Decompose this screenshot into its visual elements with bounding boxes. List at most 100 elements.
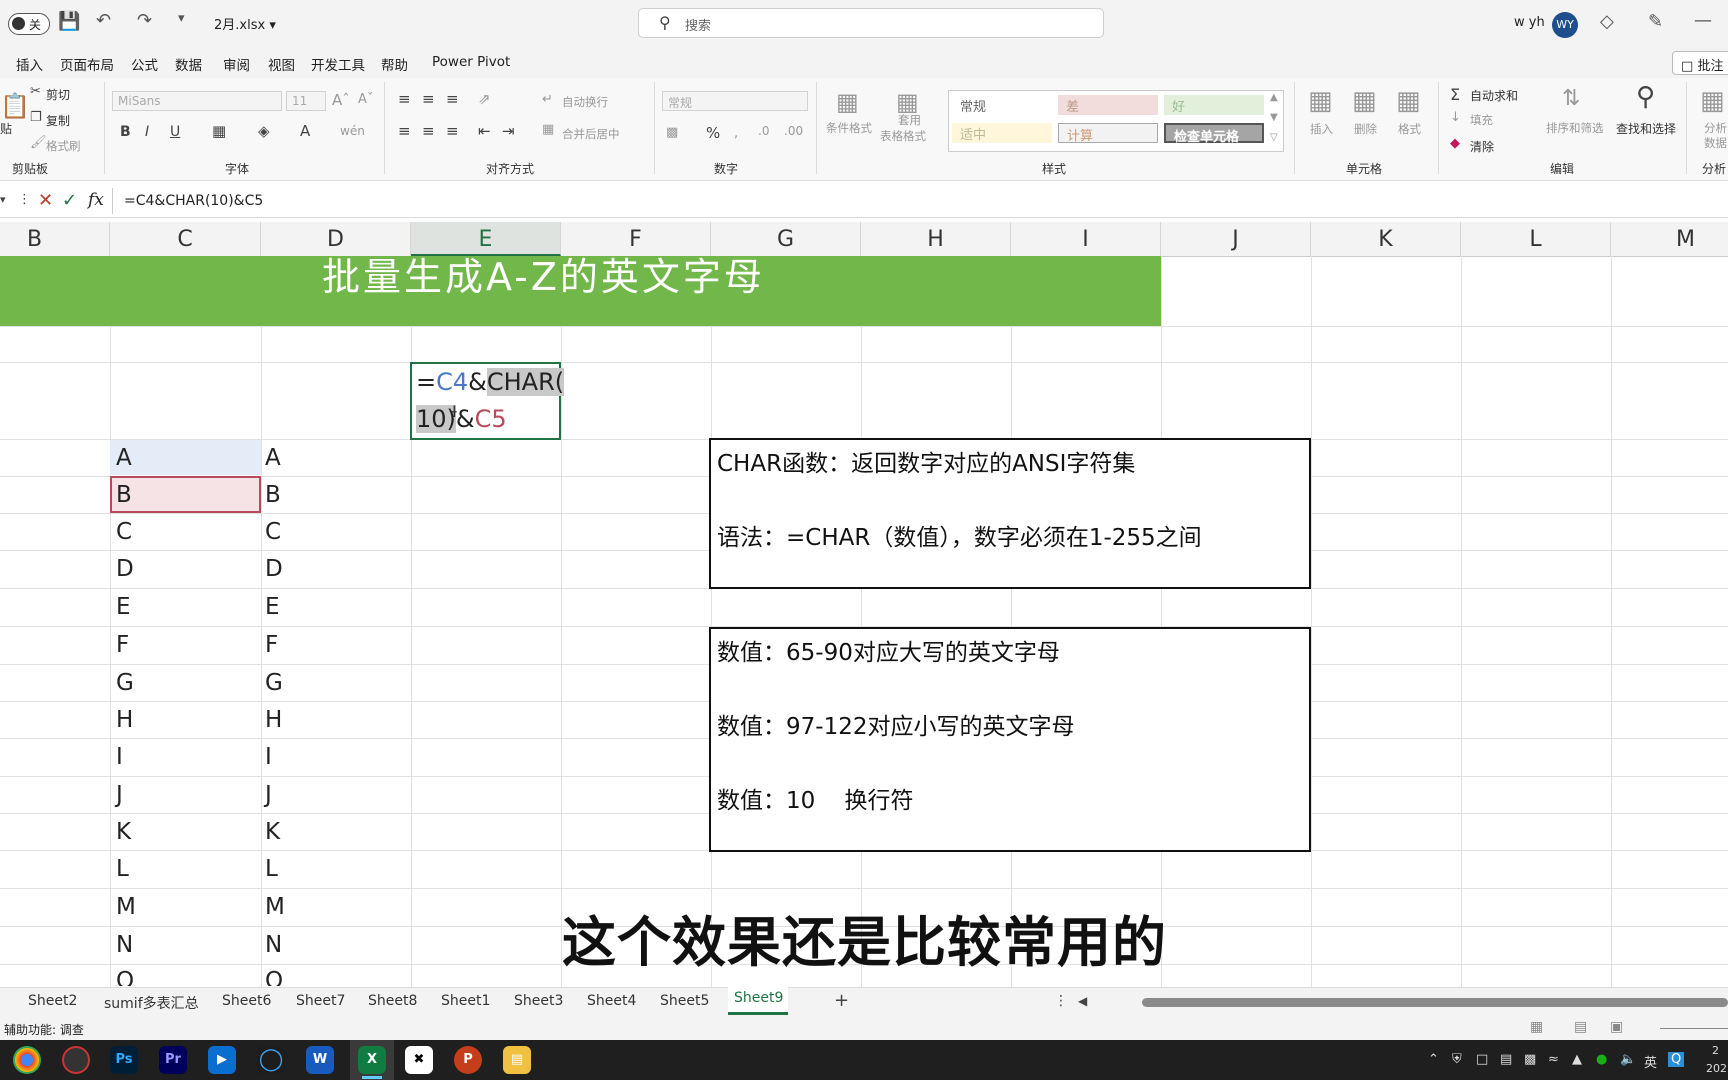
video-app-icon[interactable]: ▶ bbox=[208, 1046, 236, 1074]
tray-app-icon[interactable]: □ bbox=[1476, 1052, 1488, 1067]
sheet-tab-sheet8[interactable]: Sheet8 bbox=[368, 993, 417, 1009]
increase-font-icon[interactable]: Aˆ bbox=[332, 91, 350, 109]
tab-options-icon[interactable]: ⋮ bbox=[1054, 993, 1068, 1009]
font-size-dropdown[interactable]: 11 bbox=[286, 91, 326, 111]
cell-d14[interactable]: K bbox=[265, 819, 280, 845]
style-check-cell[interactable]: 检查单元格 bbox=[1164, 123, 1264, 145]
tray-app2-icon[interactable]: ▤ bbox=[1500, 1052, 1512, 1067]
sheet-tab-sheet4[interactable]: Sheet4 bbox=[587, 993, 636, 1009]
sheet-tab-sheet6[interactable]: Sheet6 bbox=[222, 993, 271, 1009]
network-icon[interactable]: ▲ bbox=[1572, 1052, 1582, 1067]
tab-page-layout[interactable]: 页面布局 bbox=[60, 54, 114, 74]
word-icon[interactable]: W bbox=[306, 1046, 334, 1074]
premiere-icon[interactable]: Pr bbox=[159, 1046, 187, 1074]
undo-icon[interactable]: ↶ bbox=[96, 10, 111, 31]
photoshop-icon[interactable]: Ps bbox=[110, 1046, 138, 1074]
cell-c4[interactable]: A bbox=[116, 445, 132, 471]
cell-c10[interactable]: G bbox=[116, 670, 134, 696]
sheet-tab-sheet1[interactable]: Sheet1 bbox=[441, 993, 490, 1009]
decrease-font-icon[interactable]: Aˇ bbox=[358, 92, 373, 107]
tab-developer[interactable]: 开发工具 bbox=[311, 54, 365, 74]
cell-c5[interactable]: B bbox=[116, 482, 132, 508]
tray-app3-icon[interactable]: ▩ bbox=[1524, 1052, 1536, 1067]
delete-cells-button[interactable]: 删除 bbox=[1354, 121, 1377, 137]
align-middle-icon[interactable]: ≡ bbox=[422, 90, 435, 108]
currency-icon[interactable]: ▩ bbox=[666, 125, 678, 140]
align-bottom-icon[interactable]: ≡ bbox=[446, 90, 459, 108]
bold-icon[interactable]: B bbox=[120, 124, 131, 140]
insert-cells-button[interactable]: 插入 bbox=[1310, 121, 1333, 137]
tab-data[interactable]: 数据 bbox=[175, 54, 202, 74]
enter-icon[interactable]: ✓ bbox=[62, 190, 77, 211]
volume-icon[interactable]: 🔈 bbox=[1620, 1052, 1636, 1067]
style-normal[interactable]: 常规 bbox=[952, 95, 1052, 115]
autosum-icon[interactable]: Σ bbox=[1450, 85, 1460, 104]
column-header-b[interactable]: B bbox=[0, 222, 110, 256]
find-select-button[interactable]: 查找和选择 bbox=[1616, 120, 1676, 137]
wechat-icon[interactable]: ● bbox=[1596, 1052, 1607, 1067]
cell-d9[interactable]: F bbox=[265, 632, 278, 658]
align-right-icon[interactable]: ≡ bbox=[446, 122, 459, 140]
tab-view[interactable]: 视图 bbox=[268, 54, 295, 74]
cell-c17[interactable]: N bbox=[116, 932, 133, 958]
format-cells-icon[interactable]: ▦ bbox=[1396, 86, 1421, 116]
comment-button[interactable]: □ 批注 bbox=[1672, 51, 1728, 75]
cell-c6[interactable]: C bbox=[116, 519, 132, 545]
more-options-icon[interactable]: ⋮ bbox=[18, 192, 31, 207]
cell-c11[interactable]: H bbox=[116, 707, 133, 733]
tray-app4-icon[interactable]: Q bbox=[1668, 1052, 1685, 1067]
wrap-text-icon[interactable]: ↵ bbox=[542, 92, 553, 107]
table-format-label-1[interactable]: 套用 bbox=[898, 112, 921, 128]
decrease-decimal-icon[interactable]: .00 bbox=[784, 124, 803, 138]
cell-d5[interactable]: B bbox=[265, 482, 281, 508]
autosave-toggle[interactable]: 关 bbox=[8, 13, 50, 35]
normal-view-icon[interactable]: ▦ bbox=[1530, 1019, 1543, 1035]
cell-d15[interactable]: L bbox=[265, 856, 278, 882]
align-top-icon[interactable]: ≡ bbox=[398, 90, 411, 108]
style-neutral[interactable]: 适中 bbox=[952, 123, 1052, 143]
cell-d16[interactable]: M bbox=[265, 894, 285, 920]
analyze-data-label[interactable]: 分析 bbox=[1704, 120, 1727, 136]
cell-c8[interactable]: E bbox=[116, 594, 131, 620]
page-break-view-icon[interactable]: ▣ bbox=[1610, 1019, 1623, 1035]
customize-qat-icon[interactable]: ▾ bbox=[178, 11, 185, 26]
cell-c13[interactable]: J bbox=[116, 782, 123, 808]
powerpoint-icon[interactable]: P bbox=[454, 1046, 482, 1074]
cell-c12[interactable]: I bbox=[116, 744, 123, 770]
tab-power-pivot[interactable]: Power Pivot bbox=[432, 54, 510, 70]
decrease-indent-icon[interactable]: ⇤ bbox=[478, 122, 491, 140]
number-format-dropdown[interactable]: 常规 bbox=[662, 91, 808, 111]
sheet-tab-sheet7[interactable]: Sheet7 bbox=[296, 993, 345, 1009]
pen-icon[interactable]: ✎ bbox=[1648, 11, 1663, 32]
cell-d11[interactable]: H bbox=[265, 707, 282, 733]
cell-d17[interactable]: N bbox=[265, 932, 282, 958]
format-painter-icon[interactable]: 🖌 bbox=[30, 135, 47, 150]
capcut-icon[interactable]: ✖ bbox=[405, 1046, 433, 1074]
analyze-data-label-2[interactable]: 数据 bbox=[1704, 135, 1727, 151]
tab-formulas[interactable]: 公式 bbox=[131, 54, 158, 74]
cancel-icon[interactable]: ✕ bbox=[38, 190, 53, 211]
accessibility-status[interactable]: 辅助功能: 调查 bbox=[4, 1021, 84, 1038]
find-select-icon[interactable]: ⚲ bbox=[1636, 82, 1655, 112]
cell-c18[interactable]: O bbox=[116, 968, 134, 986]
tray-overflow-icon[interactable]: ⌃ bbox=[1428, 1052, 1439, 1067]
scroll-left-icon[interactable]: ◀ bbox=[1078, 994, 1087, 1008]
style-calculation[interactable]: 计算 bbox=[1058, 123, 1158, 144]
style-good[interactable]: 好 bbox=[1164, 95, 1264, 115]
column-header-e[interactable]: E bbox=[411, 222, 561, 256]
clear-icon[interactable]: ◆ bbox=[1450, 136, 1460, 151]
table-format-label-2[interactable]: 表格格式 bbox=[880, 128, 926, 144]
tab-insert[interactable]: 插入 bbox=[16, 54, 43, 74]
cell-d4[interactable]: A bbox=[265, 445, 281, 471]
sheet-tab-sheet9[interactable]: Sheet9 bbox=[728, 987, 788, 1015]
italic-icon[interactable]: I bbox=[145, 124, 149, 140]
percent-icon[interactable]: % bbox=[706, 124, 720, 142]
column-header-l[interactable]: L bbox=[1461, 222, 1611, 256]
redo-icon[interactable]: ↷ bbox=[137, 10, 152, 31]
wifi-icon[interactable]: ≈ bbox=[1548, 1052, 1559, 1067]
underline-icon[interactable]: U bbox=[170, 124, 180, 140]
analyze-data-icon[interactable]: ▦ bbox=[1700, 86, 1725, 116]
autosum-button[interactable]: 自动求和 bbox=[1470, 87, 1518, 104]
gallery-more-icon[interactable]: ▽ bbox=[1270, 132, 1278, 143]
cell-c9[interactable]: F bbox=[116, 632, 129, 658]
